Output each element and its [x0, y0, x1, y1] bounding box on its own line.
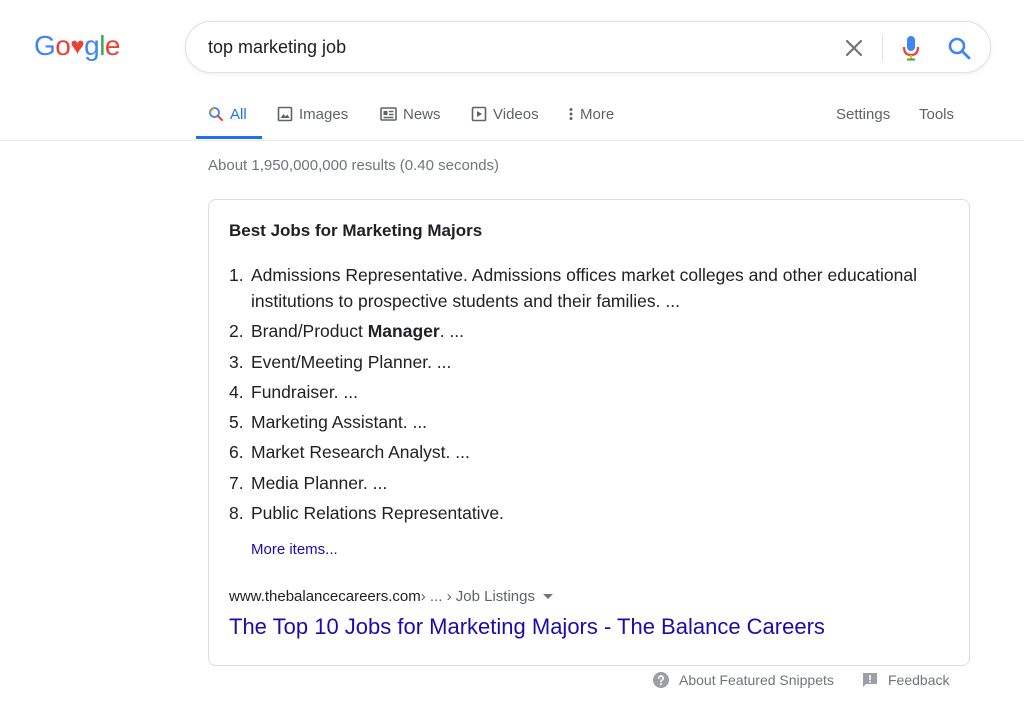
- logo-letter-o: o: [55, 30, 71, 61]
- list-item: 2. Brand/Product Manager. ...: [229, 321, 465, 342]
- tab-more[interactable]: More: [566, 90, 614, 138]
- cite-path: › ... › Job Listings: [420, 588, 535, 605]
- list-item: 4. Fundraiser. ...: [229, 381, 358, 402]
- about-featured-snippets-label: About Featured Snippets: [679, 672, 834, 688]
- tab-all[interactable]: All: [208, 90, 247, 138]
- search-input[interactable]: [208, 34, 808, 60]
- mic-icon[interactable]: [899, 34, 923, 62]
- result-title-link[interactable]: The Top 10 Jobs for Marketing Majors - T…: [229, 614, 825, 640]
- help-icon: [653, 672, 669, 688]
- list-item: 5. Marketing Assistant. ...: [229, 412, 428, 433]
- list-item: 6. Market Research Analyst. ...: [229, 442, 470, 463]
- logo-letter-g: G: [34, 30, 56, 61]
- about-featured-snippets-link[interactable]: About Featured Snippets: [653, 672, 834, 688]
- list-item: 7. Media Planner. ...: [229, 472, 388, 493]
- search-divider: [882, 34, 883, 62]
- active-tab-indicator: [196, 136, 262, 139]
- cite-domain: www.thebalancecareers.com: [229, 588, 421, 605]
- tab-images[interactable]: Images: [277, 90, 348, 138]
- caret-down-icon[interactable]: [542, 594, 553, 599]
- news-icon: [380, 107, 397, 121]
- list-item: 3. Event/Meeting Planner. ...: [229, 351, 452, 372]
- list-item: 1. Admissions Representative. Admissions…: [229, 265, 917, 311]
- logo-letter-g2: g: [84, 30, 100, 61]
- feedback-link[interactable]: Feedback: [862, 672, 949, 688]
- close-icon[interactable]: [842, 36, 866, 60]
- tab-news-label: News: [403, 105, 441, 123]
- tab-all-label: All: [230, 105, 247, 123]
- search-tabs: All Images News Videos More Settings Too…: [0, 90, 1024, 141]
- tab-videos[interactable]: Videos: [471, 90, 539, 138]
- video-icon: [471, 106, 487, 122]
- tab-tools[interactable]: Tools: [919, 90, 954, 138]
- search-icon[interactable]: [946, 35, 972, 61]
- result-stats: About 1,950,000,000 results (0.40 second…: [208, 157, 500, 174]
- result-breadcrumb: www.thebalancecareers.com › ... › Job Li…: [229, 588, 553, 605]
- snippet-list: 1. Admissions Representative. Admissions…: [229, 262, 929, 530]
- tab-images-label: Images: [299, 105, 349, 123]
- logo-letter-e: e: [104, 30, 121, 61]
- google-doodle-logo[interactable]: Go♥gle: [34, 30, 121, 64]
- tab-settings[interactable]: Settings: [836, 90, 890, 138]
- more-items-link[interactable]: More items...: [251, 541, 338, 558]
- feedback-icon: [863, 673, 877, 687]
- snippet-title: Best Jobs for Marketing Majors: [229, 221, 483, 240]
- tab-videos-label: Videos: [493, 105, 539, 123]
- search-box: [185, 21, 991, 73]
- list-item: 8. Public Relations Representative.: [229, 503, 504, 524]
- more-vert-icon: [569, 108, 573, 120]
- heart-icon: ♥: [70, 33, 85, 60]
- feedback-label: Feedback: [888, 672, 950, 688]
- tab-more-label: More: [580, 105, 615, 123]
- tab-news[interactable]: News: [380, 90, 441, 138]
- featured-snippet-card: Best Jobs for Marketing Majors 1. Admiss…: [208, 199, 970, 666]
- image-icon: [277, 106, 293, 122]
- search-icon: [209, 107, 223, 121]
- tab-settings-label: Settings: [836, 105, 891, 123]
- tab-tools-label: Tools: [919, 105, 955, 123]
